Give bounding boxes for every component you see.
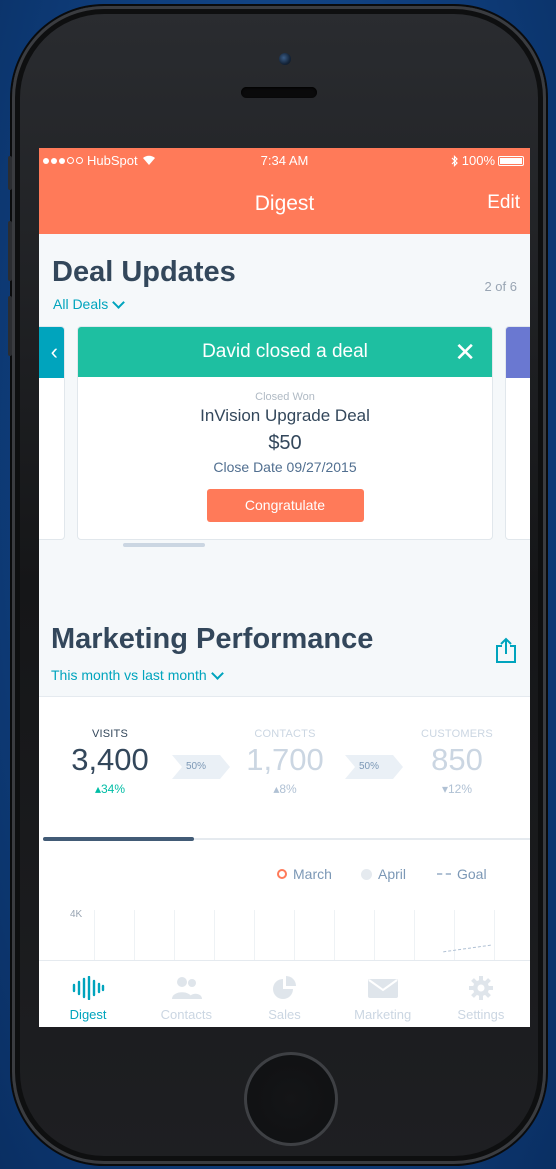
chart-legend-april: April (361, 866, 406, 882)
metric-change: ▾12% (441, 782, 473, 796)
tab-marketing[interactable]: Marketing (334, 961, 432, 1027)
chart-gridline (134, 910, 135, 965)
metric-label: CUSTOMERS (421, 728, 493, 740)
chevron-down-icon (112, 295, 126, 309)
conversion-rate-badge: 50% (345, 755, 403, 779)
volume-down-button (8, 296, 12, 356)
chart-gridline (494, 910, 495, 965)
march-marker-icon (277, 869, 287, 879)
metric-value: 850 (431, 742, 483, 777)
top-bar: HubSpot 7:34 AM 100% Digest Edit (39, 148, 530, 234)
tab-label: Digest (69, 1007, 107, 1022)
chevron-down-icon (210, 666, 224, 680)
customers-metric[interactable]: CUSTOMERS 850 ▾12% (407, 728, 507, 796)
marketing-period-label: This month vs last month (51, 667, 207, 683)
chart-legend-goal: Goal (437, 866, 487, 882)
conversion-rate-badge: 50% (172, 755, 230, 779)
chart-gridline (214, 910, 215, 965)
chart-gridline (414, 910, 415, 965)
deal-filter-label: All Deals (53, 296, 109, 312)
tab-contacts[interactable]: Contacts (137, 961, 235, 1027)
metric-value: 3,400 (71, 742, 149, 777)
metric-label: VISITS (91, 728, 129, 740)
edit-button[interactable]: Edit (487, 192, 520, 214)
chart-gridline (454, 910, 455, 965)
legend-goal-label: Goal (457, 866, 487, 882)
earpiece-speaker (241, 87, 317, 98)
metric-change: ▴34% (94, 782, 126, 796)
deal-card-headline: David closed a deal (202, 341, 368, 362)
visits-metric[interactable]: VISITS 3,400 ▴34% (61, 728, 159, 796)
metric-value: 1,700 (246, 742, 324, 777)
marketing-icon (367, 979, 398, 998)
chart-gridline (294, 910, 295, 965)
status-bar: HubSpot 7:34 AM 100% (39, 148, 530, 174)
contacts-icon (172, 977, 203, 999)
chart-gridline (94, 910, 95, 965)
volume-up-button (8, 221, 12, 281)
deal-filter-dropdown[interactable]: All Deals (53, 295, 126, 312)
metric-progress-fill (43, 837, 194, 841)
deal-card: David closed a deal ✕ Closed Won InVisio… (77, 326, 493, 540)
previous-deal-card[interactable]: ‹ (39, 326, 65, 540)
mute-switch (8, 156, 12, 190)
tab-digest[interactable]: Digest (39, 961, 137, 1027)
deal-stage: Closed Won (255, 391, 315, 403)
battery-icon (498, 155, 524, 166)
deal-name: InVision Upgrade Deal (200, 406, 370, 425)
chart-gridline (374, 910, 375, 965)
tab-sales[interactable]: Sales (235, 961, 333, 1027)
tab-label: Sales (268, 1007, 301, 1022)
contacts-metric[interactable]: CONTACTS 1,700 ▴8% (235, 728, 335, 796)
next-deal-card[interactable] (505, 326, 530, 540)
front-camera (279, 53, 291, 65)
battery-percent: 100% (461, 153, 495, 168)
tab-label: Settings (457, 1007, 505, 1022)
digest-icon (72, 976, 105, 1000)
chevron-left-icon: ‹ (50, 339, 58, 364)
metric-label: CONTACTS (254, 728, 316, 740)
bottom-tab-bar: Digest Contacts Sales Marketing Settings (39, 960, 530, 1027)
chart-y-axis-label: 4K (70, 909, 83, 920)
chart-gridline (334, 910, 335, 965)
settings-icon (468, 976, 493, 1000)
goal-line-icon (437, 873, 451, 875)
marketing-performance-title: Marketing Performance (51, 623, 374, 655)
deal-close-date: Close Date 09/27/2015 (213, 459, 357, 475)
deal-pager: 2 of 6 (484, 279, 517, 294)
congratulate-button[interactable]: Congratulate (206, 489, 364, 522)
page-title: Digest (254, 192, 315, 215)
deal-card-header: David closed a deal ✕ (78, 327, 492, 377)
bluetooth-icon (451, 154, 458, 167)
tab-label: Contacts (160, 1007, 212, 1022)
tab-settings[interactable]: Settings (432, 961, 530, 1027)
metric-change: ▴8% (273, 782, 297, 796)
marketing-period-dropdown[interactable]: This month vs last month (51, 666, 224, 683)
sales-icon (272, 976, 296, 999)
chart-gridline (254, 910, 255, 965)
deal-amount: $50 (268, 432, 302, 454)
home-button[interactable] (244, 1052, 338, 1146)
share-icon[interactable] (493, 636, 519, 664)
legend-march-label: March (293, 866, 332, 882)
legend-april-label: April (378, 866, 407, 882)
chart-legend-march: March (277, 866, 332, 882)
deal-updates-title: Deal Updates (52, 256, 236, 288)
chart-gridline (174, 910, 175, 965)
app-screen: HubSpot 7:34 AM 100% Digest Edit Deal Up… (39, 148, 530, 1027)
tab-label: Marketing (354, 1007, 412, 1022)
close-icon[interactable]: ✕ (454, 327, 476, 377)
april-marker-icon (361, 868, 372, 880)
carousel-scroll-indicator (123, 543, 205, 547)
